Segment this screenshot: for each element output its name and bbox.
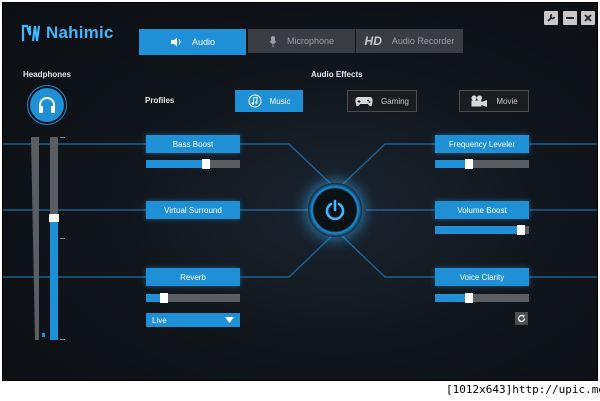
reverb-knob[interactable] (160, 293, 168, 303)
bass-boost-slider[interactable] (146, 159, 240, 169)
volume-boost-knob[interactable] (517, 225, 525, 235)
chevron-down-icon (225, 317, 234, 323)
voice-clarity-knob[interactable] (465, 293, 473, 303)
profiles-label: Profiles (145, 96, 175, 105)
settings-button[interactable] (544, 11, 558, 25)
frequency-leveler-fill (435, 160, 465, 168)
frequency-leveler-knob[interactable] (465, 159, 473, 169)
bass-boost-fill (146, 160, 202, 168)
wrench-icon (547, 13, 556, 22)
reset-button[interactable] (515, 312, 528, 325)
gamepad-icon (355, 96, 373, 106)
close-button[interactable] (581, 11, 595, 25)
volume-tick (60, 137, 65, 138)
audio-effects-title: Audio Effects (311, 70, 363, 79)
voice-clarity-fill (435, 294, 465, 302)
tab-audio-recorder-label: Audio Recorder (391, 36, 455, 46)
microphone-icon (269, 35, 277, 47)
voice-clarity-button[interactable]: Voice Clarity (435, 268, 529, 286)
volume-fill (50, 218, 58, 340)
profile-music-button[interactable]: Music (235, 90, 303, 112)
tab-audio-label: Audio (191, 37, 216, 47)
effects-connector-lines (3, 143, 597, 278)
frequency-leveler-button[interactable]: Frequency Leveler (435, 135, 529, 153)
tab-audio-recorder[interactable]: HD Audio Recorder (356, 29, 463, 53)
volume-knob[interactable] (49, 214, 59, 222)
bass-boost-button[interactable]: Bass Boost (146, 135, 240, 153)
music-note-icon (248, 94, 262, 108)
voice-clarity-slider[interactable] (435, 293, 529, 303)
reverb-slider[interactable] (146, 293, 240, 303)
power-button[interactable] (308, 183, 362, 237)
app-title: Nahimic (46, 23, 114, 42)
volume-ramp (31, 137, 45, 340)
close-icon (584, 14, 592, 22)
volume-tick (60, 339, 65, 340)
minimize-button[interactable] (563, 11, 577, 25)
nahimic-window: Nahimic Audio Microphone HD Audio Record… (2, 2, 598, 381)
tab-microphone-label: Microphone (286, 36, 335, 46)
frequency-leveler-slider[interactable] (435, 159, 529, 169)
volume-boost-fill (435, 226, 517, 234)
profile-movie-button[interactable]: Movie (459, 90, 529, 112)
movie-camera-icon (471, 95, 488, 107)
minus-icon (566, 17, 574, 19)
volume-boost-button[interactable]: Volume Boost (435, 201, 529, 219)
volume-tick (60, 238, 65, 239)
profile-music-label: Music (269, 96, 291, 106)
headphones-icon (39, 97, 55, 113)
profile-gaming-button[interactable]: Gaming (347, 90, 417, 112)
app-logo: Nahimic (21, 23, 114, 43)
profile-movie-label: Movie (496, 96, 518, 106)
reverb-preset-value: Live (152, 315, 167, 325)
tab-microphone[interactable]: Microphone (248, 29, 355, 53)
reverb-preset-select[interactable]: Live (146, 313, 240, 327)
profile-gaming-label: Gaming (380, 96, 409, 106)
virtual-surround-button[interactable]: Virtual Surround (146, 201, 240, 219)
reverb-fill (146, 294, 160, 302)
hd-badge: HD (364, 34, 382, 48)
device-title: Headphones (23, 70, 72, 79)
power-icon (325, 199, 345, 221)
reverb-button[interactable]: Reverb (146, 268, 240, 286)
watermark-text: [1012x643]http://upic.me/ (446, 383, 600, 396)
speaker-icon (170, 37, 181, 47)
volume-boost-slider[interactable] (435, 225, 529, 235)
tab-audio[interactable]: Audio (139, 29, 246, 55)
refresh-icon (517, 314, 526, 323)
volume-slider[interactable] (49, 137, 59, 340)
bass-boost-knob[interactable] (202, 159, 210, 169)
device-button[interactable] (30, 88, 64, 122)
nahimic-logo-icon (21, 24, 41, 42)
